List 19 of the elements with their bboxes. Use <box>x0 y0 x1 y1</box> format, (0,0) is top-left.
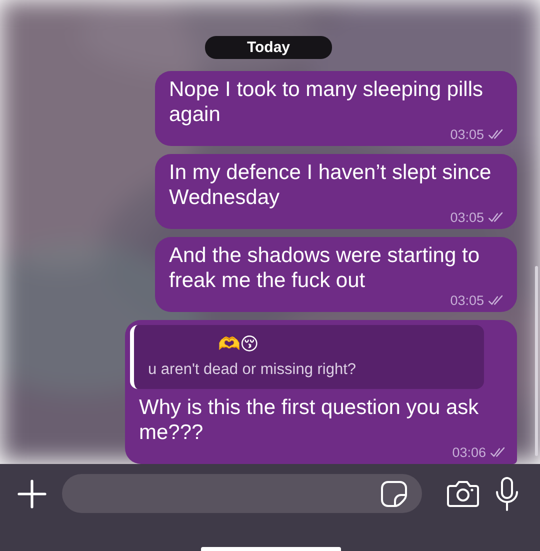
microphone-button[interactable] <box>494 474 520 514</box>
quote-text: u aren't dead or missing right? <box>148 361 358 379</box>
sticker-icon <box>380 480 408 508</box>
date-badge: Today <box>204 36 332 59</box>
quote-author: 🫶😚 <box>217 333 260 355</box>
message-text: And the shadows were starting to freak me the fuck out <box>169 243 481 293</box>
message-input[interactable] <box>62 474 422 513</box>
scrollbar[interactable] <box>535 266 538 456</box>
message-time: 03:05 <box>450 127 484 142</box>
message-time: 03:06 <box>452 445 486 460</box>
camera-icon <box>446 479 480 509</box>
message-text: Why is this the first question you ask me??? <box>138 395 480 445</box>
microphone-icon <box>494 477 520 511</box>
plus-icon <box>16 478 48 510</box>
message-time: 03:05 <box>450 293 484 308</box>
quoted-message[interactable]: 🫶😚 u aren't dead or missing right? <box>130 325 484 389</box>
message-time: 03:05 <box>450 210 484 225</box>
message-text: In my defence I haven’t slept since Wednesday <box>169 160 492 210</box>
message-text: Nope I took to many sleeping pills again <box>169 77 484 127</box>
